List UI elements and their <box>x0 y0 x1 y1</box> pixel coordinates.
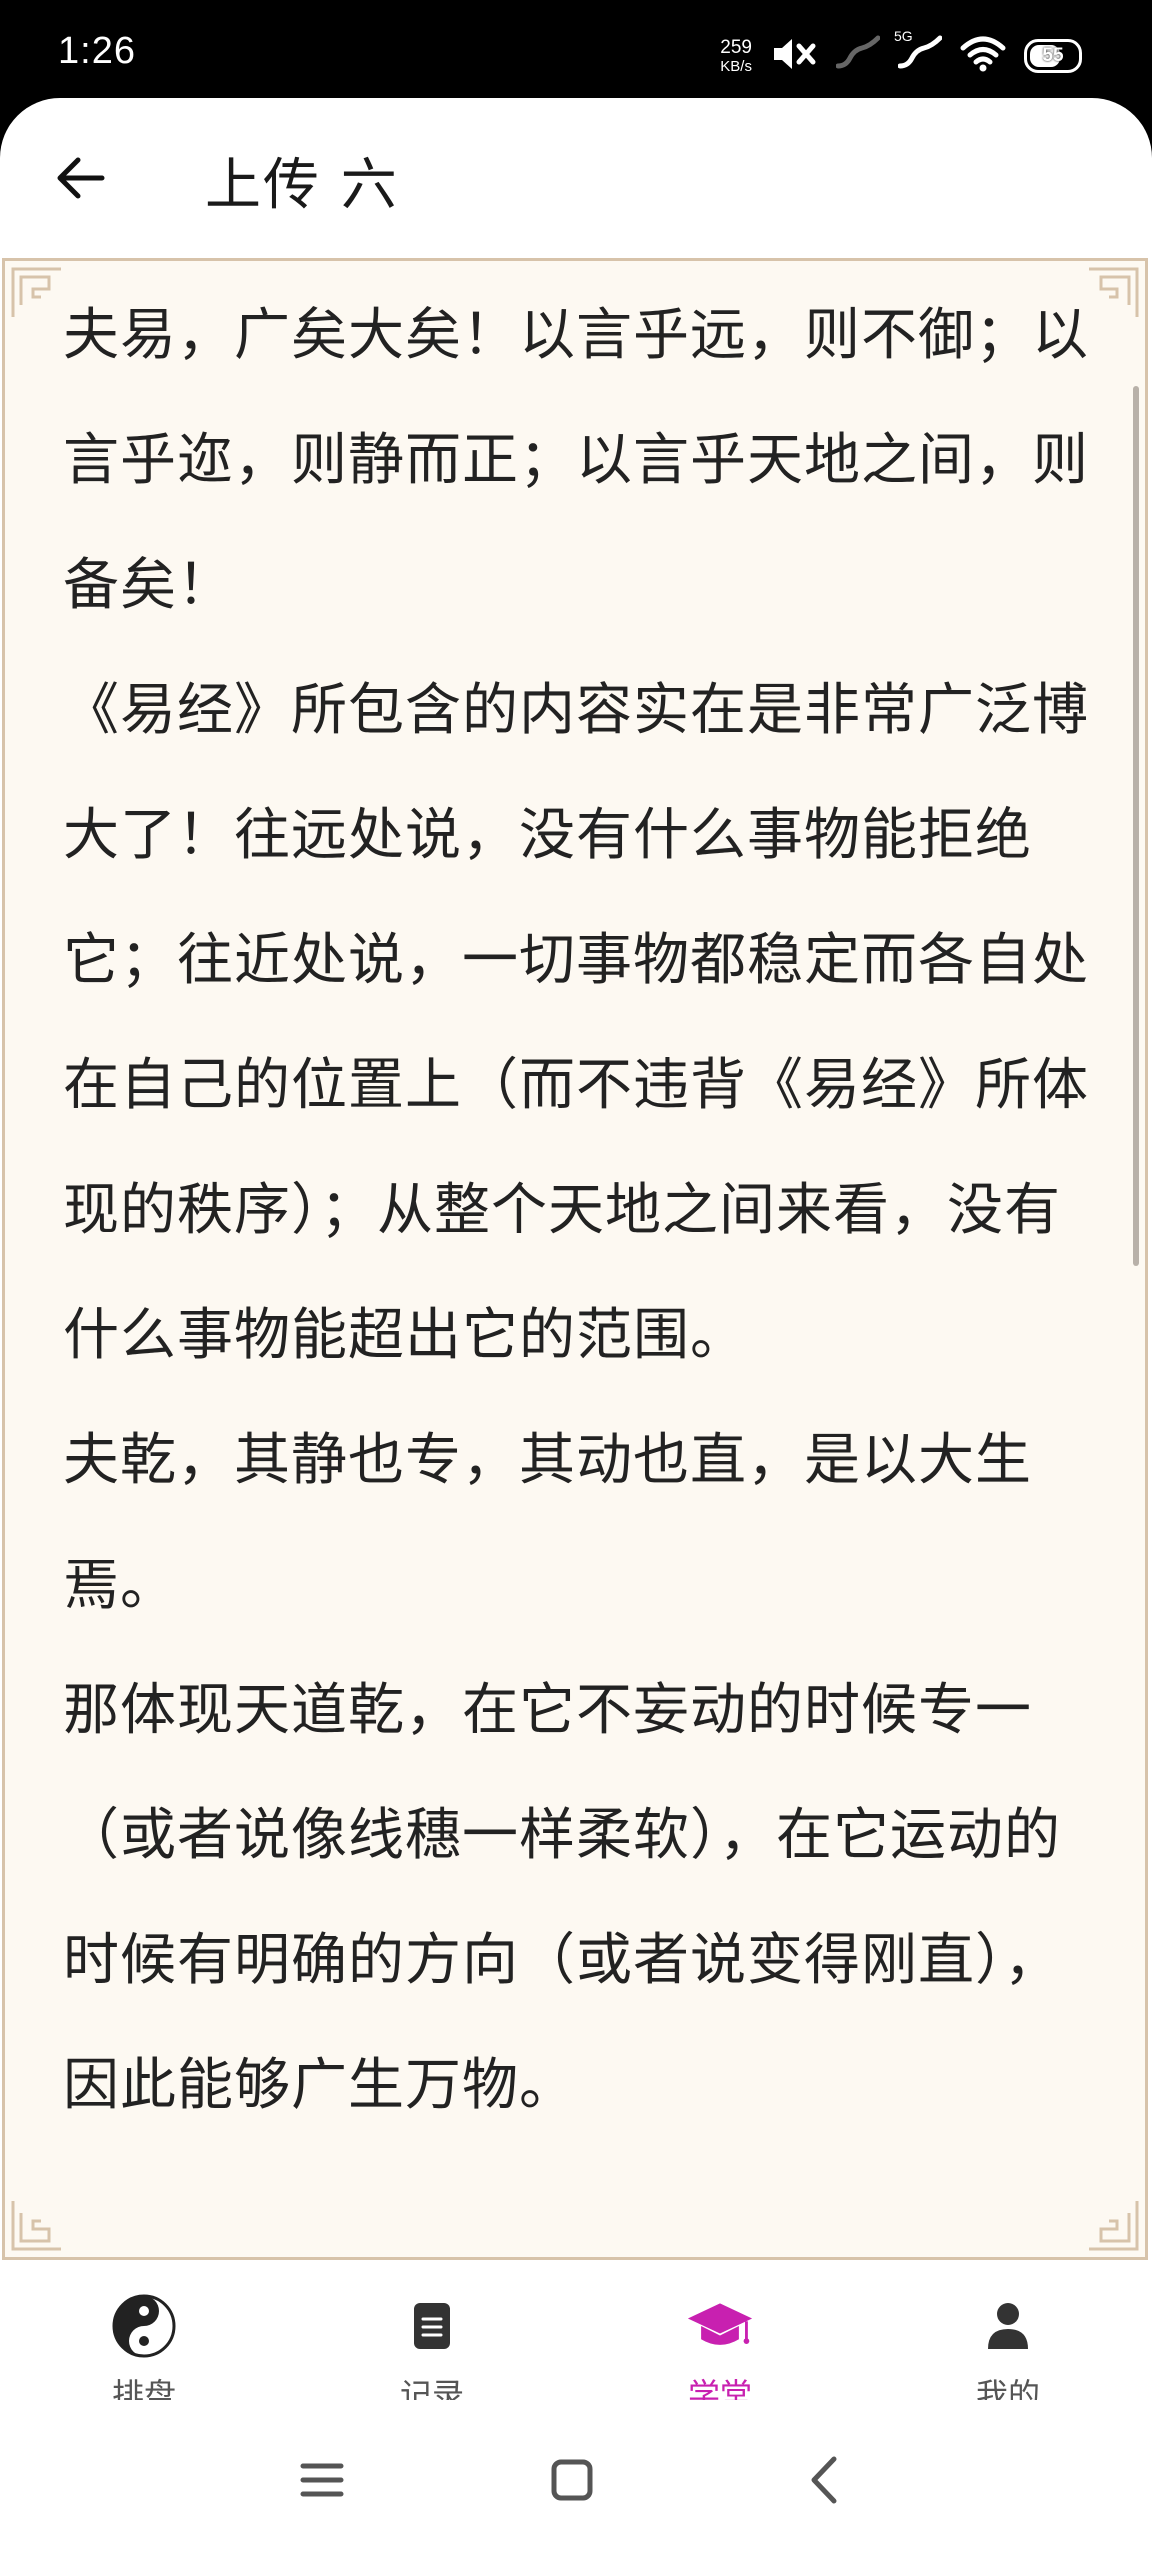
network-speed-value: 259 <box>720 37 752 58</box>
system-nav-bar <box>0 2400 1152 2560</box>
signal-icon-5g: 5G <box>894 28 943 78</box>
square-icon <box>551 2459 593 2501</box>
scrollbar-thumb[interactable] <box>1133 386 1139 1266</box>
paragraph-translation-1: 《易经》所包含的内容实在是非常广泛博大了！往远处说，没有什么事物能拒绝它；往近处… <box>63 678 1089 1368</box>
graduation-cap-icon <box>686 2292 754 2360</box>
record-icon <box>398 2292 466 2360</box>
hamburger-icon <box>300 2463 344 2497</box>
home-button[interactable] <box>532 2440 612 2520</box>
app-screen: 上传 六 夫易，广矣大矣！以言乎远，则不御；以言乎迩，则静而正；以言乎天地之间，… <box>0 98 1152 2560</box>
arrow-left-icon <box>57 157 105 199</box>
page-title: 上传 六 <box>205 153 399 218</box>
reader-content: 夫易，广矣大矣！以言乎远，则不御；以言乎迩，则静而正；以言乎天地之间，则备矣！ … <box>63 273 1103 2148</box>
battery-level: 55 <box>1042 45 1064 66</box>
signal-icon-sim1 <box>835 34 881 78</box>
network-type-label: 5G <box>894 28 913 44</box>
header: 上传 六 <box>0 98 1152 258</box>
reading-panel[interactable]: 夫易，广矣大矣！以言乎远，则不御；以言乎迩，则静而正；以言乎天地之间，则备矣！ … <box>2 258 1148 2260</box>
paragraph-original-1: 夫易，广矣大矣！以言乎远，则不御；以言乎迩，则静而正；以言乎天地之间，则备矣！ <box>63 303 1089 618</box>
mute-icon <box>770 34 818 78</box>
status-bar: 1:26 259 KB/s 5G 55 <box>0 0 1152 100</box>
chevron-left-icon <box>811 2456 837 2504</box>
paragraph-translation-2: 那体现天道乾，在它不妄动的时候专一（或者说像线穗一样柔软），在它运动的时候有明确… <box>63 1678 1061 2118</box>
wifi-icon <box>960 34 1006 78</box>
back-nav-button[interactable] <box>784 2440 864 2520</box>
status-icons: 259 KB/s 5G 55 <box>720 28 1082 84</box>
status-time: 1:26 <box>58 30 136 72</box>
battery-indicator: 55 <box>1024 39 1082 73</box>
person-icon <box>974 2292 1042 2360</box>
yin-yang-icon <box>110 2292 178 2360</box>
back-button[interactable] <box>40 138 120 218</box>
menu-button[interactable] <box>282 2440 362 2520</box>
reader-scroll-area[interactable]: 夫易，广矣大矣！以言乎远，则不御；以言乎迩，则静而正；以言乎天地之间，则备矣！ … <box>5 261 1145 2257</box>
network-speed-unit: KB/s <box>720 58 752 75</box>
paragraph-original-2: 夫乾，其静也专，其动也直，是以大生焉。 <box>63 1428 1032 1618</box>
network-speed: 259 KB/s <box>720 38 752 74</box>
